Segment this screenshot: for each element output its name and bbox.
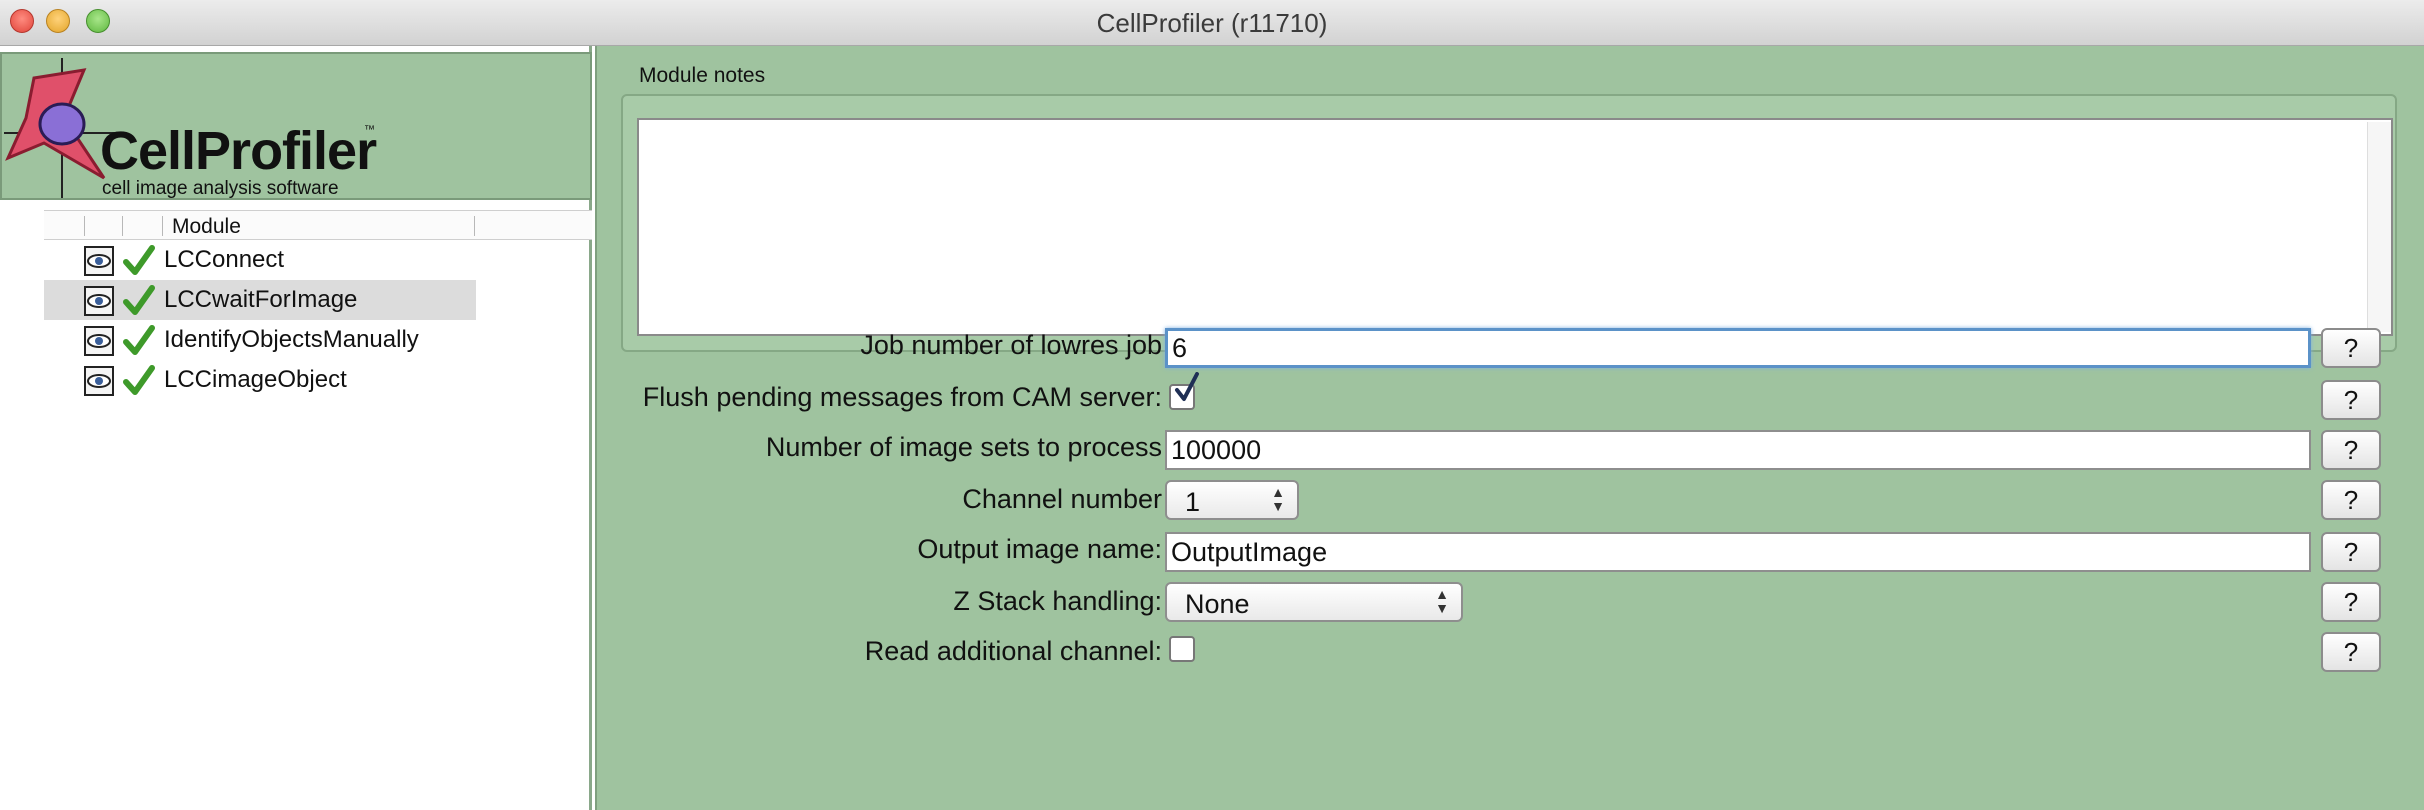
channel-number-select[interactable]: 1 ▲ ▼ — [1165, 480, 1299, 520]
list-item[interactable]: LCConnect — [44, 240, 592, 280]
image-sets-label: Number of image sets to process — [765, 432, 1162, 462]
job-number-input[interactable] — [1165, 328, 2311, 368]
module-list: LCConnect LCCwaitForImage IdentifyObject… — [44, 240, 592, 400]
z-stack-select[interactable]: None ▲ ▼ — [1165, 582, 1463, 622]
channel-number-label: Channel number — [962, 484, 1162, 514]
output-image-input[interactable] — [1165, 532, 2311, 572]
module-name: LCConnect — [164, 246, 285, 273]
image-sets-help-button[interactable]: ? — [2321, 430, 2381, 470]
flush-pending-help-button[interactable]: ? — [2321, 380, 2381, 420]
checkmark-icon — [123, 365, 155, 395]
module-name: LCCimageObject — [164, 366, 347, 393]
column-separator[interactable] — [122, 216, 123, 236]
list-item[interactable]: IdentifyObjectsManually — [44, 320, 592, 360]
output-image-label: Output image name: — [917, 534, 1162, 564]
read-additional-checkbox[interactable] — [1169, 636, 1195, 662]
channel-number-help-button[interactable]: ? — [2321, 480, 2381, 520]
checkmark-icon — [1175, 372, 1199, 401]
module-list-header: Module — [44, 210, 592, 240]
checkmark-icon — [123, 325, 155, 355]
title-bar: CellProfiler (r11710) — [0, 0, 2424, 46]
pipeline-panel: CellProfiler ™ cell image analysis softw… — [0, 46, 592, 810]
checkmark-icon — [123, 245, 155, 275]
column-separator[interactable] — [84, 216, 85, 236]
eye-icon[interactable] — [84, 246, 114, 276]
logo-tagline: cell image analysis software — [102, 178, 339, 199]
job-number-label: Job number of lowres job — [860, 330, 1162, 360]
checkmark-icon — [123, 285, 155, 315]
channel-number-value: 1 — [1185, 487, 1201, 517]
output-image-help-button[interactable]: ? — [2321, 532, 2381, 572]
cellprofiler-logo: CellProfiler ™ cell image analysis softw… — [0, 52, 592, 200]
column-separator[interactable] — [162, 216, 163, 236]
window-title: CellProfiler (r11710) — [1096, 8, 1328, 38]
eye-icon[interactable] — [84, 326, 114, 356]
module-column-header[interactable]: Module — [172, 215, 241, 239]
select-arrows-icon: ▲ ▼ — [1271, 484, 1285, 514]
read-additional-label: Read additional channel: — [864, 636, 1162, 666]
logo-trademark: ™ — [364, 124, 375, 136]
z-stack-value: None — [1185, 589, 1250, 619]
module-name: IdentifyObjectsManually — [164, 326, 419, 353]
module-settings-panel: Module notes Job number of lowres job Fl… — [595, 46, 2424, 810]
z-stack-help-button[interactable]: ? — [2321, 582, 2381, 622]
select-arrows-icon: ▲ ▼ — [1435, 586, 1449, 616]
notes-scrollbar[interactable] — [2367, 122, 2391, 332]
z-stack-label: Z Stack handling: — [953, 586, 1162, 616]
module-name: LCCwaitForImage — [164, 286, 358, 313]
image-sets-input[interactable] — [1165, 430, 2311, 470]
settings-labels: Job number of lowres job Flush pending m… — [597, 46, 1162, 810]
logo-name: CellProfiler — [100, 121, 377, 181]
flush-pending-label: Flush pending messages from CAM server: — [642, 382, 1162, 412]
read-additional-help-button[interactable]: ? — [2321, 632, 2381, 672]
list-item[interactable]: LCCwaitForImage — [44, 280, 592, 320]
job-number-help-button[interactable]: ? — [2321, 328, 2381, 368]
eye-icon[interactable] — [84, 366, 114, 396]
list-item[interactable]: LCCimageObject — [44, 360, 592, 400]
eye-icon[interactable] — [84, 286, 114, 316]
column-separator[interactable] — [474, 216, 475, 236]
